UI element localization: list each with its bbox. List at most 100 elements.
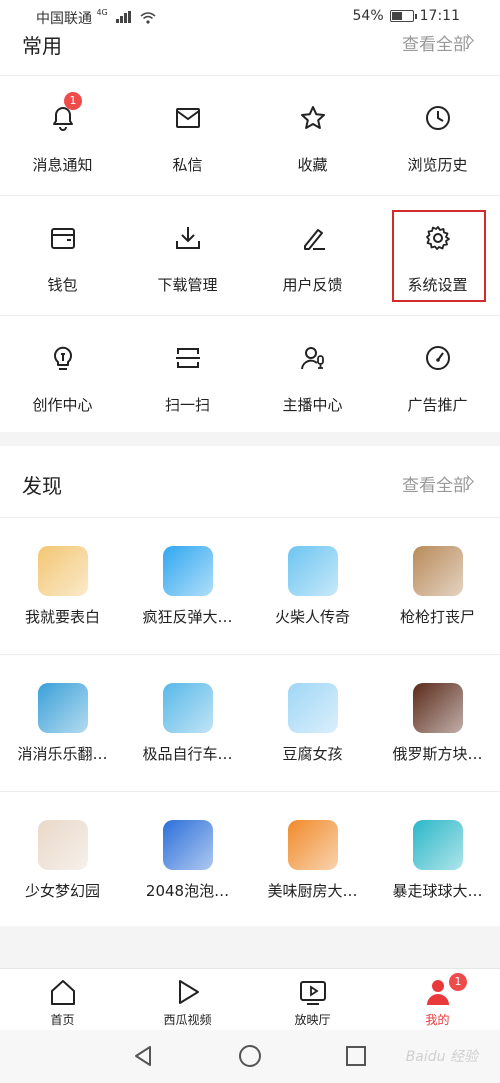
common-item-label: 扫一扫 — [164, 396, 210, 414]
discover-row: 我就要表白 疯狂反弹大… 火柴人传奇 枪枪打丧尸 — [0, 518, 500, 655]
game-item[interactable]: 消消乐乐翻… — [0, 655, 125, 791]
game-icon — [412, 820, 463, 870]
game-icon — [287, 683, 338, 733]
tab-user[interactable]: 1 我的 — [375, 969, 500, 1030]
tab-label: 首页 — [50, 1013, 75, 1027]
common-item-label: 用户反馈 — [282, 276, 343, 294]
common-header: 常用 查看全部 — [0, 30, 500, 76]
game-label: 疯狂反弹大… — [142, 608, 233, 626]
feedback-icon — [303, 229, 325, 250]
gauge-icon — [425, 346, 450, 370]
common-item[interactable]: 钱包 — [0, 196, 125, 315]
game-icon — [412, 683, 463, 733]
carrier-name: 中国联通 — [36, 11, 92, 27]
game-item[interactable]: 少女梦幻园 — [0, 792, 125, 929]
status-left: 中国联通 4G — [36, 8, 156, 28]
game-label: 火柴人传奇 — [274, 608, 350, 626]
game-item[interactable]: 枪枪打丧尸 — [375, 518, 500, 654]
game-label: 枪枪打丧尸 — [399, 608, 475, 626]
discover-title: 发现 — [22, 474, 62, 498]
game-item[interactable]: 极品自行车… — [125, 655, 250, 791]
scan-icon — [175, 348, 200, 368]
common-item-label: 钱包 — [47, 276, 78, 294]
game-label: 美味厨房大… — [267, 882, 358, 900]
clock-icon — [425, 106, 450, 130]
common-item[interactable]: 主播中心 — [250, 316, 375, 436]
game-label: 2048泡泡… — [145, 882, 230, 900]
game-label: 消消乐乐翻… — [17, 745, 108, 763]
common-item[interactable]: 私信 — [125, 76, 250, 195]
tab-home[interactable]: 首页 — [0, 969, 125, 1030]
network-type: 4G — [96, 8, 108, 17]
star-icon — [300, 106, 325, 129]
common-item[interactable]: 收藏 — [250, 76, 375, 195]
signal-icon — [116, 11, 132, 23]
game-icon — [412, 546, 463, 596]
wallet-icon — [50, 228, 75, 249]
game-item[interactable]: 豆腐女孩 — [250, 655, 375, 791]
game-icon — [162, 683, 213, 733]
common-item[interactable]: 1 消息通知 — [0, 76, 125, 195]
discover-header: 发现 查看全部 — [0, 446, 500, 518]
common-item[interactable]: 下载管理 — [125, 196, 250, 315]
recent-apps-icon[interactable] — [344, 1044, 368, 1068]
play-icon — [178, 980, 199, 1004]
game-item[interactable]: 俄罗斯方块… — [375, 655, 500, 791]
game-icon — [162, 820, 213, 870]
bulb-icon — [53, 346, 72, 370]
common-item[interactable]: 用户反馈 — [250, 196, 375, 315]
watermark: Baidu 经验 — [405, 1049, 478, 1065]
system-nav-bar: Baidu 经验 — [0, 1030, 500, 1083]
bottom-tab-bar: 首页 西瓜视频 放映厅 1 我的 — [0, 968, 500, 1030]
anchor-icon — [300, 347, 324, 370]
game-item[interactable]: 我就要表白 — [0, 518, 125, 654]
tab-label: 我的 — [425, 1013, 450, 1027]
game-icon — [37, 546, 88, 596]
game-item[interactable]: 疯狂反弹大… — [125, 518, 250, 654]
notification-badge: 1 — [64, 92, 82, 110]
common-item-label: 广告推广 — [407, 396, 468, 414]
game-icon — [37, 820, 88, 870]
tab-label: 放映厅 — [294, 1013, 331, 1027]
clock-time: 17:11 — [419, 8, 460, 24]
common-item[interactable]: 浏览历史 — [375, 76, 500, 195]
mail-icon — [175, 108, 200, 128]
status-bar: 中国联通 4G 54% 17:11 — [0, 0, 500, 30]
common-item-label: 消息通知 — [32, 156, 93, 174]
game-label: 极品自行车… — [142, 745, 233, 763]
home-circle-icon[interactable] — [238, 1044, 262, 1068]
common-see-all[interactable]: 查看全部 — [402, 30, 470, 55]
discover-row: 消消乐乐翻… 极品自行车… 豆腐女孩 俄罗斯方块… — [0, 655, 500, 792]
discover-row: 少女梦幻园 2048泡泡… 美味厨房大… 暴走球球大… — [0, 792, 500, 929]
game-icon — [162, 546, 213, 596]
back-icon[interactable] — [131, 1044, 155, 1068]
battery-percent: 54% — [352, 8, 384, 24]
game-item[interactable]: 美味厨房大… — [250, 792, 375, 929]
common-item-label: 下载管理 — [157, 276, 218, 294]
status-right: 54% 17:11 — [353, 8, 460, 24]
common-item[interactable]: 广告推广 — [375, 316, 500, 436]
game-item[interactable]: 暴走球球大… — [375, 792, 500, 929]
battery-icon — [389, 10, 417, 22]
user-icon — [426, 980, 449, 1005]
game-icon — [287, 820, 338, 870]
wifi-icon — [140, 12, 156, 24]
game-icon — [287, 546, 338, 596]
common-item-label: 主播中心 — [282, 396, 343, 414]
game-item[interactable]: 2048泡泡… — [125, 792, 250, 929]
game-label: 俄罗斯方块… — [392, 745, 483, 763]
discover-card: 发现 查看全部 我就要表白 疯狂反弹大… 火柴人传奇 枪枪打丧尸消消乐乐翻… 极品自行车… — [0, 446, 500, 926]
notification-badge: 1 — [449, 973, 467, 991]
tab-tv[interactable]: 放映厅 — [250, 969, 375, 1030]
common-item-label: 浏览历史 — [407, 156, 468, 174]
game-item[interactable]: 火柴人传奇 — [250, 518, 375, 654]
common-item[interactable]: 创作中心 — [0, 316, 125, 436]
common-title: 常用 — [22, 34, 62, 58]
tab-play[interactable]: 西瓜视频 — [125, 969, 250, 1030]
common-item-label: 收藏 — [297, 156, 328, 174]
common-item[interactable]: 扫一扫 — [125, 316, 250, 436]
discover-see-all[interactable]: 查看全部 — [402, 471, 470, 496]
game-icon — [37, 683, 88, 733]
tab-label: 西瓜视频 — [163, 1013, 212, 1027]
common-row: 创作中心 扫一扫 主播中心 广告推广 — [0, 316, 500, 436]
